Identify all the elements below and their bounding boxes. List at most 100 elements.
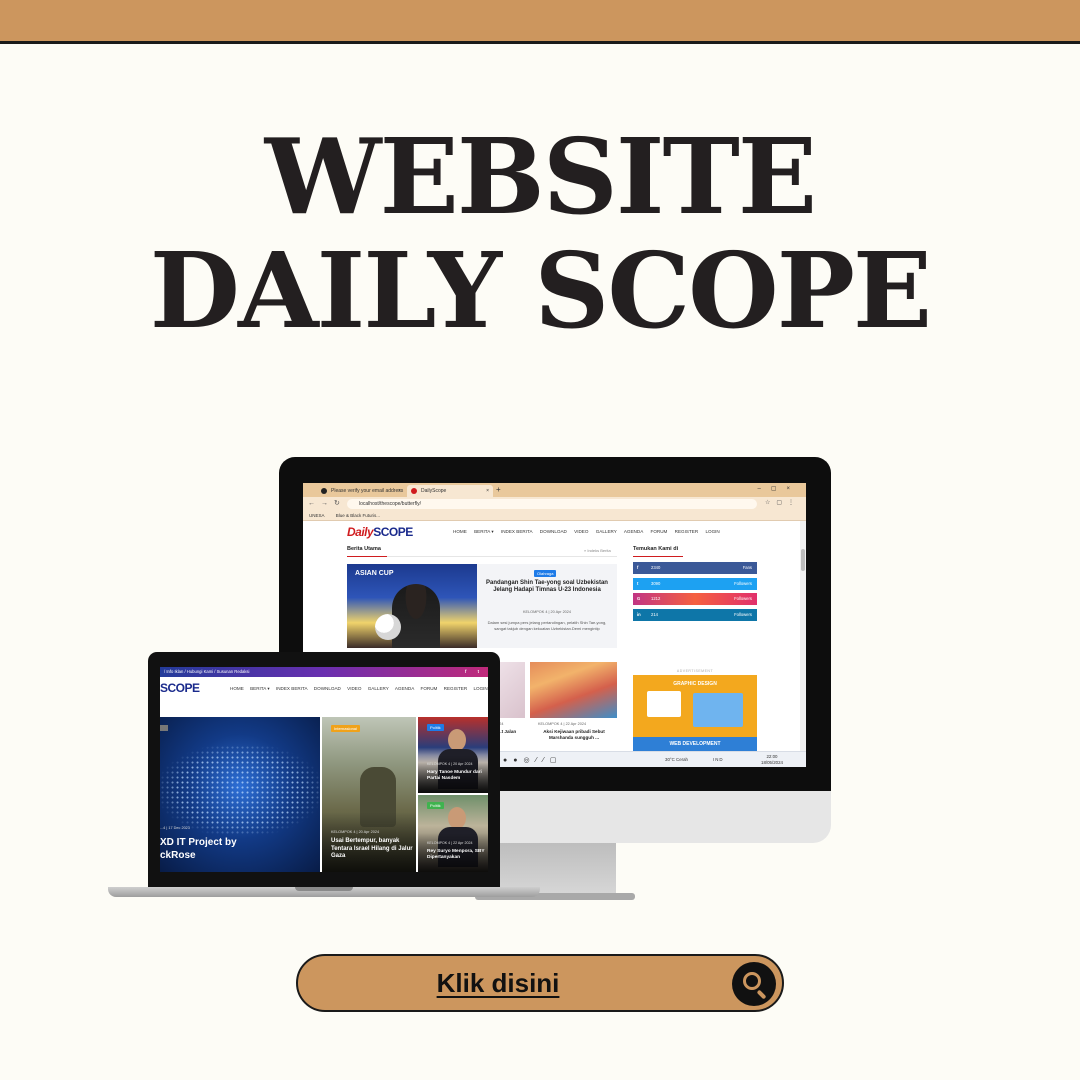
category-badge[interactable]: Olahraga [534,570,557,577]
nav-gallery[interactable]: GALLERY [596,529,617,534]
category-badge[interactable]: Politik [427,724,444,731]
card-title[interactable]: Usai Bertempur, banyak Tentara Israel Hi… [331,838,413,861]
card-meta: KELOMPOK 4 | 20 Apr 2024 [331,830,380,834]
ad-illustration [693,693,743,727]
weather-widget[interactable]: 30°C Cerah [665,757,688,762]
system-tray-lang[interactable]: IND [713,757,724,762]
social-facebook[interactable]: f 2340 Fans [633,562,757,574]
laptop-hero-card[interactable]: ...4 | 17 Dec 2023 XD IT Project by ckRo… [160,717,320,872]
browser-tab-dailyscope[interactable]: DailyScope × [407,485,493,497]
nav-agenda[interactable]: AGENDA [395,686,414,691]
card-title[interactable]: Hary Tanoe Mundur dari Partai Nasdem [427,770,487,782]
ad-illustration [647,691,681,717]
card-title[interactable]: Rey Suryo Menpora, SBY Dipertanyakan [427,849,487,861]
world-map-graphic [160,745,320,835]
nav-register[interactable]: REGISTER [444,686,467,691]
site-logo[interactable]: DailySCOPE [347,525,413,539]
nav-register[interactable]: REGISTER [675,529,698,534]
headline-line-1: WEBSITE [264,115,817,238]
nav-login[interactable]: LOGIN [705,529,719,534]
new-tab-icon[interactable]: + [496,485,501,495]
featured-image-banner: ASIAN CUP [355,570,394,577]
hero-title[interactable]: XD IT Project by ckRose [160,836,237,862]
featured-excerpt: Dalam sesi jumpa pers jelang pertandinga… [487,620,607,631]
laptop-news-card-right-top[interactable]: Politik KELOMPOK 4 | 20 Apr 2024 Hary Ta… [418,717,488,793]
portrait-face [448,729,466,751]
section-underline [347,556,387,557]
social-instagram[interactable]: G 1212 Followers [633,593,757,605]
category-badge[interactable]: Internasional [331,725,360,732]
nav-home[interactable]: HOME [230,686,244,691]
close-icon[interactable]: × [486,485,489,497]
facebook-icon: f [637,565,639,570]
nav-forum[interactable]: FORUM [421,686,438,691]
nav-forum[interactable]: FORUM [651,529,668,534]
laptop-site-logo[interactable]: SCOPE [160,681,200,695]
github-icon [321,488,327,494]
nav-berita[interactable]: BERITA ▾ [250,686,270,691]
close-icon[interactable]: × [398,485,401,497]
laptop-site-topbar: / Info Iklan / Hubungi Kami / Susunan Re… [160,667,488,677]
site-header: DailySCOPE HOME BERITA ▾ INDEX BERITA DO… [303,521,806,541]
page-scrollbar[interactable] [800,521,806,751]
ad-heading-web-development: WEB DEVELOPMENT [669,741,721,747]
taskbar-app-icons[interactable]: ●●◎⁄⁄▢ [503,756,563,764]
laptop-notch [295,887,353,891]
nav-video[interactable]: VIDEO [347,686,361,691]
twitter-icon: t [637,581,639,586]
address-bar: ←→↻ localhost/thescope/butterfly/ ☆▢⋮ [303,497,806,511]
nav-index-berita[interactable]: INDEX BERITA [276,686,308,691]
scrollbar-thumb[interactable] [801,549,805,571]
laptop-news-card-right-bottom[interactable]: Politik KELOMPOK 4 | 22 Apr 2024 Rey Sur… [418,795,488,872]
browser-tab-bar: Please verify your email address × Daily… [303,483,806,497]
laptop-news-card-middle[interactable]: Internasional KELOMPOK 4 | 20 Apr 2024 U… [322,717,416,872]
portrait-face [448,807,466,829]
nav-download[interactable]: DOWNLOAD [540,529,567,534]
back-forward-reload-icons[interactable]: ←→↻ [308,499,346,507]
featured-card[interactable]: Olahraga Pandangan Shin Tae-yong soal Uz… [477,564,617,648]
hero-meta: ...4 | 17 Dec 2023 [160,826,190,830]
nav-gallery[interactable]: GALLERY [368,686,389,691]
nav-login[interactable]: LOGIN [473,686,487,691]
bookmarks-bar: UNESA Blue & Black Futuris... [303,511,806,521]
instagram-icon: G [637,596,641,601]
topbar-links[interactable]: / Info Iklan / Hubungi Kami / Susunan Re… [164,669,249,674]
nav-berita[interactable]: BERITA ▾ [474,529,494,534]
nav-video[interactable]: VIDEO [574,529,588,534]
window-controls[interactable]: –▢× [757,485,800,492]
featured-image[interactable]: ASIAN CUP [347,564,477,648]
klik-disini-button[interactable]: Klik disini [296,954,784,1012]
category-badge[interactable]: Politik [427,802,444,809]
search-icon[interactable] [732,962,776,1006]
social-linkedin[interactable]: in 214 Followers [633,609,757,621]
laptop-screen: / Info Iklan / Hubungi Kami / Susunan Re… [160,667,488,872]
hero-badge [160,725,168,731]
ball-shape [375,614,401,640]
card-meta: KELOMPOK 4 | 20 Apr 2024 [427,762,473,766]
news-thumb-2[interactable] [530,662,617,718]
sidebar-title: Temukan Kami di [633,546,679,552]
nav-index-berita[interactable]: INDEX BERITA [501,529,533,534]
featured-title[interactable]: Pandangan Shin Tae-yong soal Uzbekistan … [483,580,611,594]
nav-download[interactable]: DOWNLOAD [314,686,341,691]
cta-label: Klik disini [436,968,560,998]
bookmark-unesa[interactable]: UNESA [309,513,325,518]
browser-tab-github[interactable]: Please verify your email address × [317,485,405,497]
taskbar-clock[interactable]: 22:00 18/05/2024 [761,754,783,765]
browser-actions-icons[interactable]: ☆▢⋮ [765,499,800,506]
sidebar-underline [633,556,683,557]
section-divider [347,556,617,557]
indeks-berita-link[interactable]: » Indeks Berita [584,548,611,553]
featured-meta: KELOMPOK 4 | 20 Apr 2024 [522,610,572,614]
news-thumb-2-meta: KELOMPOK 4 | 22 Apr 2024 [538,722,587,726]
bookmark-design[interactable]: Blue & Black Futuris... [336,513,380,518]
clock-date: 18/05/2024 [761,759,783,765]
nav-agenda[interactable]: AGENDA [624,529,643,534]
social-twitter[interactable]: t 3090 Followers [633,578,757,590]
coach-figure [392,584,440,648]
laptop-site-nav: HOME BERITA ▾ INDEX BERITA DOWNLOAD VIDE… [230,686,488,692]
nav-home[interactable]: HOME [453,529,467,534]
topbar-social-icons[interactable]: f t [465,667,484,677]
url-input[interactable]: localhost/thescope/butterfly/ [347,499,757,509]
news-thumb-2-title[interactable]: Aksi Kejiwaan pribadi Sebut Marshanda su… [534,729,614,740]
